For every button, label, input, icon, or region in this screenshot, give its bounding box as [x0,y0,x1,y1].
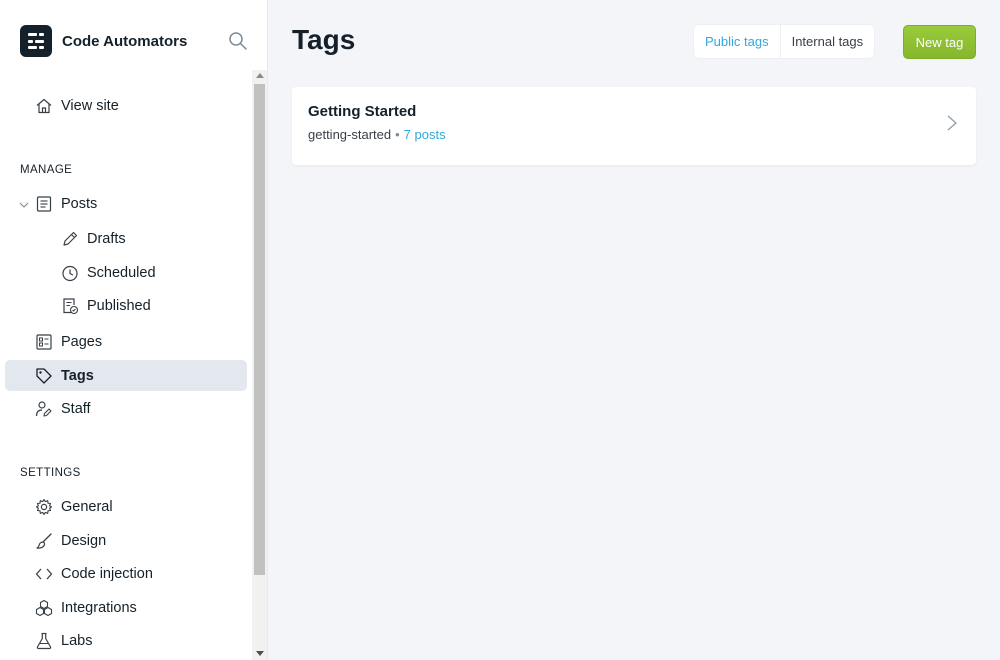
posts-icon [35,195,53,213]
nav-view-site-label: View site [61,97,119,114]
nav-drafts-label: Drafts [87,230,126,247]
tag-type-filter: Public tags Internal tags [694,25,875,58]
nav-code-injection-label: Code injection [61,565,153,582]
sidebar-nav: View site MANAGE Posts Drafts Scheduled … [0,70,252,660]
sidebar: Code Automators View site MANAGE Posts D… [0,0,268,660]
brand-name: Code Automators [62,32,188,50]
tag-meta: getting-started • 7 posts [308,127,446,142]
separator-dot: • [395,127,400,142]
flask-icon [35,632,53,650]
staff-icon [35,400,53,418]
scroll-down-arrow-icon[interactable] [256,651,264,656]
nav-general-label: General [61,498,113,515]
chevron-down-icon[interactable] [19,198,29,208]
scrollbar-thumb[interactable] [254,84,265,575]
nav-tags-label: Tags [61,367,94,384]
tag-icon [35,367,53,385]
nav-published[interactable]: Published [5,290,247,321]
code-icon [35,565,53,583]
tag-post-count-link[interactable]: 7 posts [404,127,446,142]
nav-posts-label: Posts [61,195,98,212]
pages-icon [35,333,53,351]
published-document-icon [61,297,79,315]
nav-drafts[interactable]: Drafts [5,223,247,254]
settings-section-title: SETTINGS [20,467,81,479]
brand-logo-icon [20,25,52,57]
sidebar-scrollbar[interactable] [252,70,267,660]
nav-tags[interactable]: Tags [5,360,247,391]
public-tags-tab[interactable]: Public tags [694,25,780,58]
nav-staff-label: Staff [61,400,91,417]
nav-code-injection[interactable]: Code injection [5,558,247,589]
internal-tags-tab[interactable]: Internal tags [779,25,875,58]
nav-scheduled-label: Scheduled [87,264,156,281]
brand[interactable]: Code Automators [20,25,187,57]
nav-published-label: Published [87,297,151,314]
nav-view-site[interactable]: View site [5,90,247,121]
chevron-right-icon [946,114,958,132]
scroll-up-arrow-icon[interactable] [256,73,264,78]
tag-slug: getting-started [308,127,392,142]
nav-labs-label: Labs [61,632,93,649]
nav-integrations-label: Integrations [61,599,137,616]
nav-general[interactable]: General [5,491,247,522]
nav-labs[interactable]: Labs [5,625,247,656]
nav-design[interactable]: Design [5,525,247,556]
nav-design-label: Design [61,532,107,549]
nav-integrations[interactable]: Integrations [5,592,247,623]
nav-posts[interactable]: Posts [5,188,247,219]
nav-pages[interactable]: Pages [5,326,247,357]
nav-staff[interactable]: Staff [5,393,247,424]
nav-scheduled[interactable]: Scheduled [5,257,247,288]
search-icon[interactable] [228,31,248,51]
page-title: Tags [292,24,356,55]
new-tag-button[interactable]: New tag [903,25,976,59]
brush-icon [35,532,53,550]
home-icon [35,97,53,115]
pencil-icon [61,230,79,248]
tag-name: Getting Started [308,103,417,120]
tag-list-item[interactable]: Getting Started getting-started • 7 posts [292,87,976,165]
integrations-icon [35,599,53,617]
gear-icon [35,498,53,516]
manage-section-title: MANAGE [20,164,73,176]
clock-icon [61,264,79,282]
nav-pages-label: Pages [61,333,103,350]
